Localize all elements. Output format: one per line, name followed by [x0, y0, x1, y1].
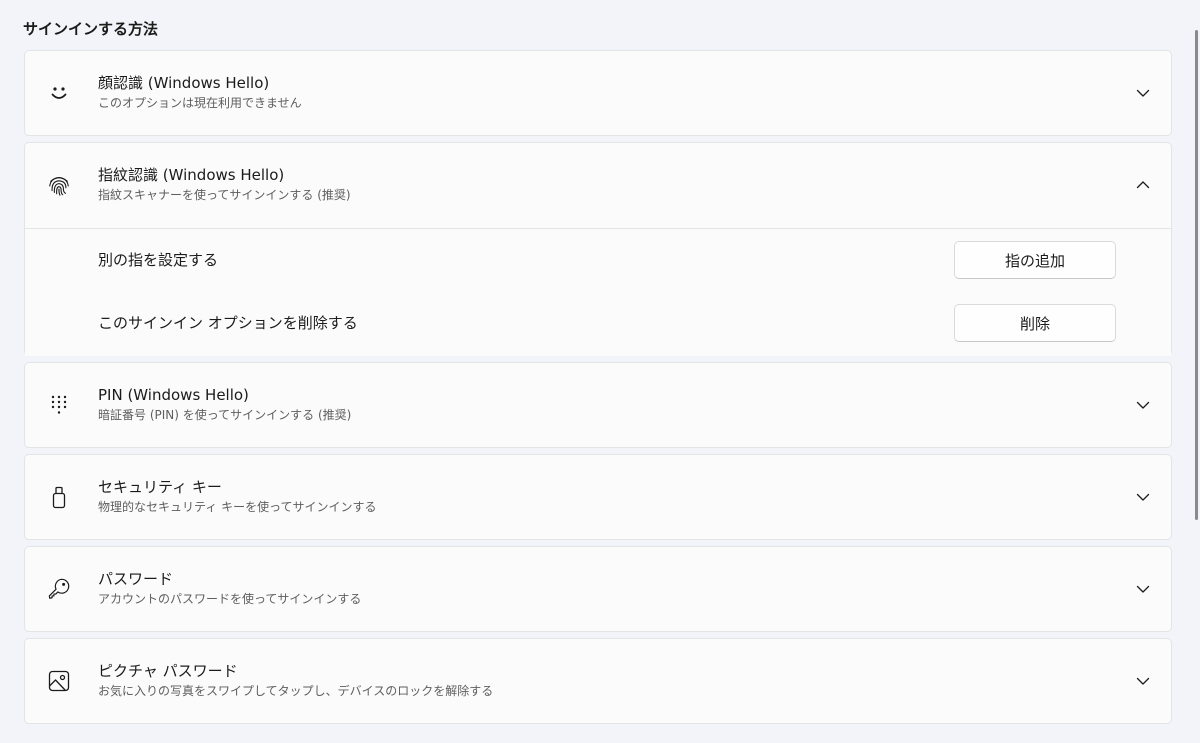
face-recognition-header[interactable]: 顔認識 (Windows Hello) このオプションは現在利用できません [25, 51, 1171, 135]
face-recognition-card: 顔認識 (Windows Hello) このオプションは現在利用できません [24, 50, 1172, 136]
fingerprint-card: 指紋認識 (Windows Hello) 指紋スキャナーを使ってサインインする … [24, 142, 1172, 356]
password-card: パスワード アカウントのパスワードを使ってサインインする [24, 546, 1172, 632]
chevron-up-icon[interactable] [1135, 177, 1151, 193]
vertical-scrollbar[interactable] [1195, 30, 1198, 520]
chevron-down-icon[interactable] [1135, 85, 1151, 101]
security-key-subtitle: 物理的なセキュリティ キーを使ってサインインする [98, 500, 377, 514]
face-icon [47, 81, 71, 105]
pin-title: PIN (Windows Hello) [98, 386, 249, 404]
password-subtitle: アカウントのパスワードを使ってサインインする [98, 592, 362, 606]
remove-option-label: このサインイン オプションを削除する [98, 314, 358, 332]
add-finger-label: 別の指を設定する [98, 251, 219, 269]
remove-button[interactable]: 削除 [954, 304, 1116, 342]
chevron-down-icon[interactable] [1135, 673, 1151, 689]
picture-password-header[interactable]: ピクチャ パスワード お気に入りの写真をスワイプしてタップし、デバイスのロックを… [25, 639, 1171, 723]
add-finger-row: 別の指を設定する 指の追加 [25, 229, 1171, 291]
pin-card: PIN (Windows Hello) 暗証番号 (PIN) を使ってサインイン… [24, 362, 1172, 448]
chevron-down-icon[interactable] [1135, 489, 1151, 505]
face-recognition-subtitle: このオプションは現在利用できません [98, 96, 302, 110]
picture-password-subtitle: お気に入りの写真をスワイプしてタップし、デバイスのロックを解除する [98, 684, 494, 698]
fingerprint-header[interactable]: 指紋認識 (Windows Hello) 指紋スキャナーを使ってサインインする … [25, 143, 1171, 227]
fingerprint-expanded-area: 別の指を設定する 指の追加 このサインイン オプションを削除する 削除 [25, 228, 1171, 356]
usb-key-icon [47, 485, 71, 509]
security-key-title: セキュリティ キー [98, 478, 222, 496]
fingerprint-icon [47, 173, 71, 197]
add-finger-button[interactable]: 指の追加 [954, 241, 1116, 279]
key-icon [47, 577, 71, 601]
keypad-icon [47, 393, 71, 417]
remove-option-row: このサインイン オプションを削除する 削除 [25, 292, 1171, 354]
security-key-card: セキュリティ キー 物理的なセキュリティ キーを使ってサインインする [24, 454, 1172, 540]
chevron-down-icon[interactable] [1135, 397, 1151, 413]
password-title: パスワード [98, 570, 174, 588]
security-key-header[interactable]: セキュリティ キー 物理的なセキュリティ キーを使ってサインインする [25, 455, 1171, 539]
pin-header[interactable]: PIN (Windows Hello) 暗証番号 (PIN) を使ってサインイン… [25, 363, 1171, 447]
fingerprint-subtitle: 指紋スキャナーを使ってサインインする (推奨) [98, 188, 351, 202]
fingerprint-title: 指紋認識 (Windows Hello) [98, 166, 285, 184]
face-recognition-title: 顔認識 (Windows Hello) [98, 74, 270, 92]
picture-password-card: ピクチャ パスワード お気に入りの写真をスワイプしてタップし、デバイスのロックを… [24, 638, 1172, 724]
section-title: サインインする方法 [23, 20, 159, 38]
chevron-down-icon[interactable] [1135, 581, 1151, 597]
picture-icon [47, 669, 71, 693]
picture-password-title: ピクチャ パスワード [98, 662, 238, 680]
sign-in-options-page: サインインする方法 顔認識 (Windows Hello) このオプションは現在… [0, 0, 1200, 743]
password-header[interactable]: パスワード アカウントのパスワードを使ってサインインする [25, 547, 1171, 631]
pin-subtitle: 暗証番号 (PIN) を使ってサインインする (推奨) [98, 408, 352, 422]
